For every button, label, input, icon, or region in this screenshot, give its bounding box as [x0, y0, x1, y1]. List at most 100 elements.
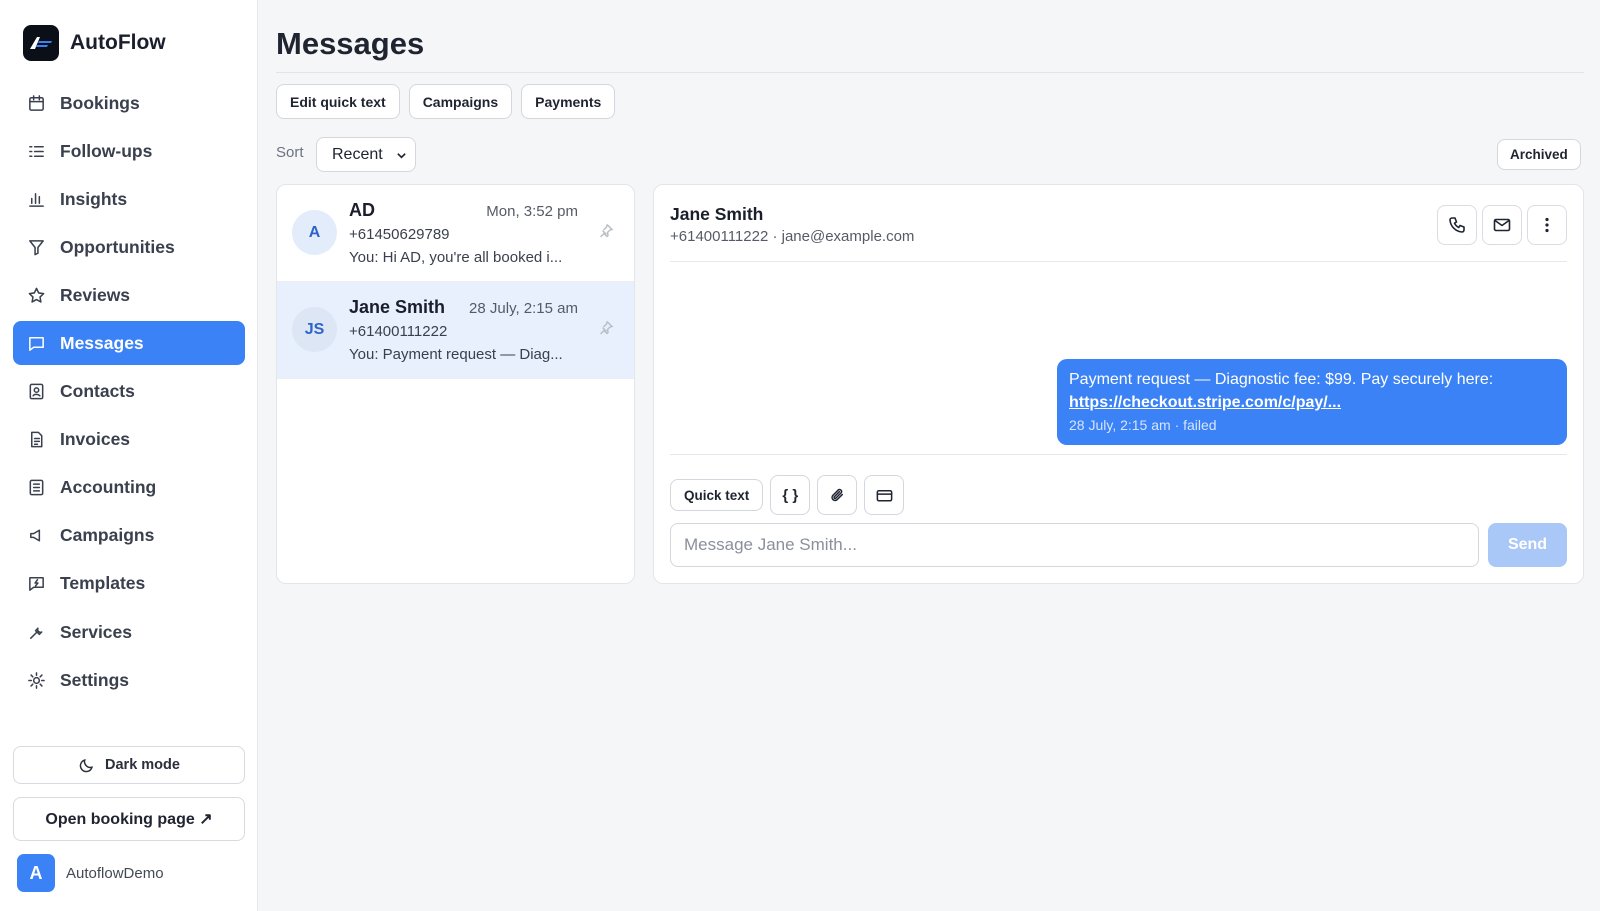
- sidebar-item-label: Reviews: [60, 284, 131, 305]
- star-icon: [26, 285, 46, 305]
- sidebar-item-label: Bookings: [60, 92, 140, 113]
- chevron-down-icon: [397, 153, 406, 159]
- sidebar-item-invoices[interactable]: Invoices: [13, 418, 245, 462]
- call-button[interactable]: [1437, 205, 1477, 245]
- chat-contact-details: +61400111222 · jane@example.com: [670, 228, 915, 245]
- more-options-button[interactable]: [1527, 205, 1567, 245]
- sidebar-item-messages[interactable]: Messages: [13, 321, 245, 366]
- sidebar-item-label: Insights: [60, 188, 128, 209]
- message-text: Payment request — Diagnostic fee: $99. P…: [1069, 371, 1494, 388]
- title-divider: [276, 72, 1584, 73]
- user-profile[interactable]: A AutoflowDemo: [17, 854, 164, 892]
- dark-mode-button[interactable]: Dark mode: [13, 746, 245, 784]
- payment-request-button[interactable]: [864, 475, 905, 515]
- sidebar-item-label: Invoices: [60, 429, 131, 450]
- sort-select[interactable]: Recent: [316, 137, 416, 172]
- chat-icon: [26, 333, 46, 353]
- moon-icon: [79, 759, 94, 773]
- autoflow-logo-icon: [23, 25, 59, 61]
- chat-panel: Jane Smith +61400111222 · jane@example.c…: [653, 184, 1584, 584]
- chat-header-divider: [670, 261, 1567, 262]
- chat-actions: [1432, 205, 1567, 245]
- message-preview: You: Payment request — Diag...: [349, 346, 563, 363]
- paperclip-icon: [831, 488, 843, 501]
- payment-link[interactable]: https://checkout.stripe.com/c/pay/...: [1069, 391, 1555, 414]
- sidebar-item-opportunities[interactable]: Opportunities: [13, 225, 245, 269]
- contact-phone: +61400111222: [349, 323, 448, 340]
- template-icon: [26, 574, 46, 594]
- open-booking-page-button[interactable]: Open booking page ↗: [13, 797, 245, 841]
- sidebar-item-label: Accounting: [60, 477, 157, 498]
- sidebar-item-campaigns[interactable]: Campaigns: [13, 514, 245, 558]
- sidebar: AutoFlow Bookings Follow-ups Insights Op…: [0, 0, 258, 911]
- sidebar-item-label: Campaigns: [60, 525, 155, 546]
- archived-button[interactable]: Archived: [1497, 139, 1581, 170]
- conversation-item-selected[interactable]: JS Jane Smith 28 July, 2:15 am +61400111…: [277, 282, 634, 379]
- contact-name: Jane Smith: [349, 297, 446, 317]
- quick-text-button[interactable]: Quick text: [670, 479, 764, 511]
- sidebar-item-label: Settings: [60, 669, 130, 690]
- conversation-time: Mon, 3:52 pm: [486, 203, 578, 220]
- sort-label: Sort: [276, 144, 304, 161]
- edit-quick-text-button[interactable]: Edit quick text: [276, 84, 400, 119]
- chat-contact-name: Jane Smith: [670, 204, 764, 224]
- sidebar-item-label: Contacts: [60, 381, 135, 402]
- email-button[interactable]: [1482, 205, 1522, 245]
- list-check-icon: [26, 141, 46, 161]
- sidebar-item-label: Messages: [60, 332, 144, 353]
- campaigns-button[interactable]: Campaigns: [408, 84, 513, 119]
- sidebar-item-insights[interactable]: Insights: [13, 177, 245, 221]
- sidebar-item-templates[interactable]: Templates: [13, 562, 245, 606]
- attach-button[interactable]: [817, 475, 858, 515]
- open-booking-label: Open booking page ↗: [45, 811, 213, 828]
- contact-avatar: JS: [292, 307, 337, 352]
- sidebar-item-label: Follow-ups: [60, 140, 153, 161]
- top-actions: Edit quick text Campaigns Payments: [276, 84, 624, 119]
- contact-phone: +61450629789: [349, 226, 450, 243]
- composer-divider: [670, 454, 1567, 455]
- funnel-icon: [26, 237, 46, 257]
- send-button[interactable]: Send: [1488, 523, 1567, 567]
- pin-icon[interactable]: [598, 320, 614, 336]
- sidebar-item-services[interactable]: Services: [13, 610, 245, 654]
- curly-braces-icon: { }: [782, 486, 799, 504]
- payments-button[interactable]: Payments: [521, 84, 616, 119]
- page-title: Messages: [276, 26, 425, 61]
- mail-icon: [1493, 218, 1511, 232]
- sidebar-item-follow-ups[interactable]: Follow-ups: [13, 129, 245, 173]
- variables-button[interactable]: { }: [770, 475, 811, 515]
- sidebar-item-bookings[interactable]: Bookings: [13, 81, 245, 125]
- sidebar-item-label: Templates: [60, 573, 146, 594]
- calendar-icon: [26, 93, 46, 113]
- conversation-list: A AD Mon, 3:52 pm +61450629789 You: Hi A…: [276, 184, 635, 584]
- brand-name: AutoFlow: [70, 31, 166, 54]
- message-preview: You: Hi AD, you're all booked i...: [349, 249, 563, 266]
- message-input[interactable]: [670, 523, 1479, 567]
- conversation-item[interactable]: A AD Mon, 3:52 pm +61450629789 You: Hi A…: [277, 185, 634, 282]
- contact-avatar: A: [292, 210, 337, 255]
- sort-value: Recent: [332, 145, 383, 163]
- phone-icon: [1449, 217, 1465, 233]
- sidebar-item-label: Services: [60, 621, 133, 642]
- user-name: AutoflowDemo: [66, 864, 164, 882]
- conversation-time: 28 July, 2:15 am: [469, 300, 578, 317]
- outgoing-message-bubble: Payment request — Diagnostic fee: $99. P…: [1057, 359, 1567, 445]
- credit-card-icon: [876, 489, 893, 501]
- dark-mode-label: Dark mode: [105, 757, 180, 773]
- more-vertical-icon: [1545, 217, 1549, 233]
- gear-icon: [26, 670, 46, 690]
- contact-card-icon: [26, 382, 46, 402]
- sidebar-item-contacts[interactable]: Contacts: [13, 370, 245, 414]
- sidebar-item-accounting[interactable]: Accounting: [13, 466, 245, 510]
- sidebar-item-reviews[interactable]: Reviews: [13, 273, 245, 317]
- brand[interactable]: AutoFlow: [23, 25, 166, 61]
- megaphone-icon: [26, 526, 46, 546]
- sidebar-item-settings[interactable]: Settings: [13, 658, 245, 702]
- sidebar-item-label: Opportunities: [60, 236, 175, 257]
- wrench-icon: [26, 622, 46, 642]
- bar-chart-icon: [26, 189, 46, 209]
- sidebar-nav: Bookings Follow-ups Insights Opportuniti…: [13, 81, 245, 706]
- ledger-icon: [26, 478, 46, 498]
- message-meta: 28 July, 2:15 am · failed: [1069, 417, 1217, 433]
- pin-icon[interactable]: [598, 223, 614, 239]
